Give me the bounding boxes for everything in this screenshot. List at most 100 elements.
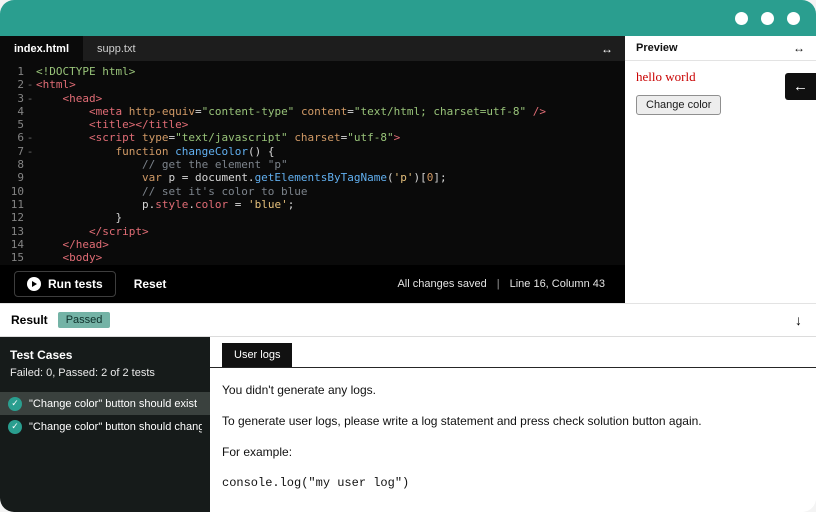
line-number: 13 <box>0 225 24 238</box>
line-number: 2 <box>0 78 24 91</box>
change-color-button[interactable]: Change color <box>636 95 721 115</box>
code-line[interactable]: 8 // get the element "p" <box>0 158 625 171</box>
code-lines: 1<!DOCTYPE html>2-<html>3- <head>4 <meta… <box>0 65 625 264</box>
code-line[interactable]: 9 var p = document.getElementsByTagName(… <box>0 171 625 184</box>
logs-tabbar: User logs <box>210 337 816 368</box>
logs-content: You didn't generate any logs. To generat… <box>210 368 816 512</box>
code-text: <body> <box>36 251 102 264</box>
editor-tabbar: index.html supp.txt ↔ <box>0 36 625 61</box>
line-number: 5 <box>0 118 24 131</box>
test-case-label: "Change color" button should chang <box>29 421 202 433</box>
line-number: 12 <box>0 211 24 224</box>
check-icon: ✓ <box>8 420 22 434</box>
code-line[interactable]: 10 // set it's color to blue <box>0 185 625 198</box>
line-number: 11 <box>0 198 24 211</box>
preview-hello-text: hello world <box>636 69 805 85</box>
check-icon: ✓ <box>8 397 22 411</box>
code-line[interactable]: 2-<html> <box>0 78 625 91</box>
code-line[interactable]: 1 <!DOCTYPE html> <box>0 65 625 78</box>
status-saved-text: All changes saved <box>397 278 486 290</box>
code-text: // set it's color to blue <box>36 185 308 198</box>
window-dot-2[interactable] <box>761 12 774 25</box>
test-cases-panel: Test Cases Failed: 0, Passed: 2 of 2 tes… <box>0 337 210 512</box>
fold-marker-icon[interactable]: - <box>24 145 36 158</box>
test-case-row-1[interactable]: ✓ "Change color" button should exist <box>0 392 210 415</box>
editor-status: All changes saved | Line 16, Column 43 <box>397 278 605 290</box>
line-number: 9 <box>0 171 24 184</box>
fold-gutter <box>24 238 36 251</box>
code-line[interactable]: 13 </script> <box>0 225 625 238</box>
run-tests-button[interactable]: Run tests <box>14 271 116 297</box>
fold-gutter <box>24 105 36 118</box>
run-tests-label: Run tests <box>48 277 103 291</box>
fold-marker-icon[interactable]: - <box>24 131 36 144</box>
line-number: 6 <box>0 131 24 144</box>
code-line[interactable]: 3- <head> <box>0 92 625 105</box>
code-text: } <box>36 211 122 224</box>
test-case-row-2[interactable]: ✓ "Change color" button should chang <box>0 415 210 438</box>
code-text: <!DOCTYPE html> <box>36 65 135 78</box>
result-header: Result Passed ↓ <box>0 303 816 337</box>
code-line[interactable]: 6- <script type="text/javascript" charse… <box>0 131 625 144</box>
code-text: // get the element "p" <box>36 158 288 171</box>
play-icon <box>27 277 41 291</box>
fold-marker-icon[interactable]: - <box>24 78 36 91</box>
status-separator: | <box>497 278 500 290</box>
editor-pane: index.html supp.txt ↔ 1<!DOCTYPE html>2-… <box>0 36 625 303</box>
workspace: index.html supp.txt ↔ 1<!DOCTYPE html>2-… <box>0 36 816 303</box>
app-window: index.html supp.txt ↔ 1<!DOCTYPE html>2-… <box>0 0 816 512</box>
tab-index-html[interactable]: index.html <box>0 36 83 61</box>
code-editor[interactable]: 1<!DOCTYPE html>2-<html>3- <head>4 <meta… <box>0 61 625 265</box>
fold-gutter <box>24 65 36 78</box>
tab-user-logs[interactable]: User logs <box>222 343 292 367</box>
test-case-label: "Change color" button should exist <box>29 398 197 410</box>
user-logs-panel: User logs You didn't generate any logs. … <box>210 337 816 512</box>
status-cursor-position: Line 16, Column 43 <box>510 278 605 290</box>
tab-supp-txt[interactable]: supp.txt <box>83 36 150 61</box>
test-cases-title: Test Cases <box>0 348 210 362</box>
preview-header: Preview ↔ <box>625 36 816 61</box>
line-number: 8 <box>0 158 24 171</box>
code-text: <script type="text/javascript" charset="… <box>36 131 400 144</box>
code-line[interactable]: 4 <meta http-equiv="content-type" conten… <box>0 105 625 118</box>
collapse-panel-button[interactable]: ← <box>785 73 816 100</box>
result-title: Result <box>11 313 48 327</box>
code-text: </head> <box>36 238 109 251</box>
code-line[interactable]: 12 } <box>0 211 625 224</box>
logs-code-example: console.log("my user log") <box>222 476 804 490</box>
fold-gutter <box>24 225 36 238</box>
logs-line-3: For example: <box>222 445 804 459</box>
line-number: 7 <box>0 145 24 158</box>
line-number: 1 <box>0 65 24 78</box>
code-text: <head> <box>36 92 102 105</box>
line-number: 15 <box>0 251 24 264</box>
window-dot-1[interactable] <box>735 12 748 25</box>
test-cases-list: ✓ "Change color" button should exist ✓ "… <box>0 392 210 438</box>
fold-marker-icon[interactable]: - <box>24 92 36 105</box>
preview-title: Preview <box>636 42 678 54</box>
code-text: function changeColor() { <box>36 145 274 158</box>
code-line[interactable]: 5 <title></title> <box>0 118 625 131</box>
code-text: <html> <box>36 78 76 91</box>
code-text: var p = document.getElementsByTagName('p… <box>36 171 447 184</box>
passed-status-badge: Passed <box>58 312 111 328</box>
test-cases-summary: Failed: 0, Passed: 2 of 2 tests <box>0 362 210 379</box>
code-text: <meta http-equiv="content-type" content=… <box>36 105 546 118</box>
code-text: p.style.color = 'blue'; <box>36 198 294 211</box>
code-line[interactable]: 11 p.style.color = 'blue'; <box>0 198 625 211</box>
reset-button[interactable]: Reset <box>134 277 167 291</box>
line-number: 14 <box>0 238 24 251</box>
line-number: 4 <box>0 105 24 118</box>
code-line[interactable]: 15 <body> <box>0 251 625 264</box>
editor-expand-icon[interactable]: ↔ <box>589 36 625 61</box>
logs-line-1: You didn't generate any logs. <box>222 383 804 397</box>
code-line[interactable]: 14 </head> <box>0 238 625 251</box>
code-text: <title></title> <box>36 118 188 131</box>
preview-expand-icon[interactable]: ↔ <box>793 41 805 55</box>
code-line[interactable]: 7- function changeColor() { <box>0 145 625 158</box>
collapse-results-icon[interactable]: ↓ <box>795 312 802 328</box>
window-dot-3[interactable] <box>787 12 800 25</box>
fold-gutter <box>24 118 36 131</box>
window-titlebar <box>0 0 816 36</box>
results-section: Test Cases Failed: 0, Passed: 2 of 2 tes… <box>0 337 816 512</box>
